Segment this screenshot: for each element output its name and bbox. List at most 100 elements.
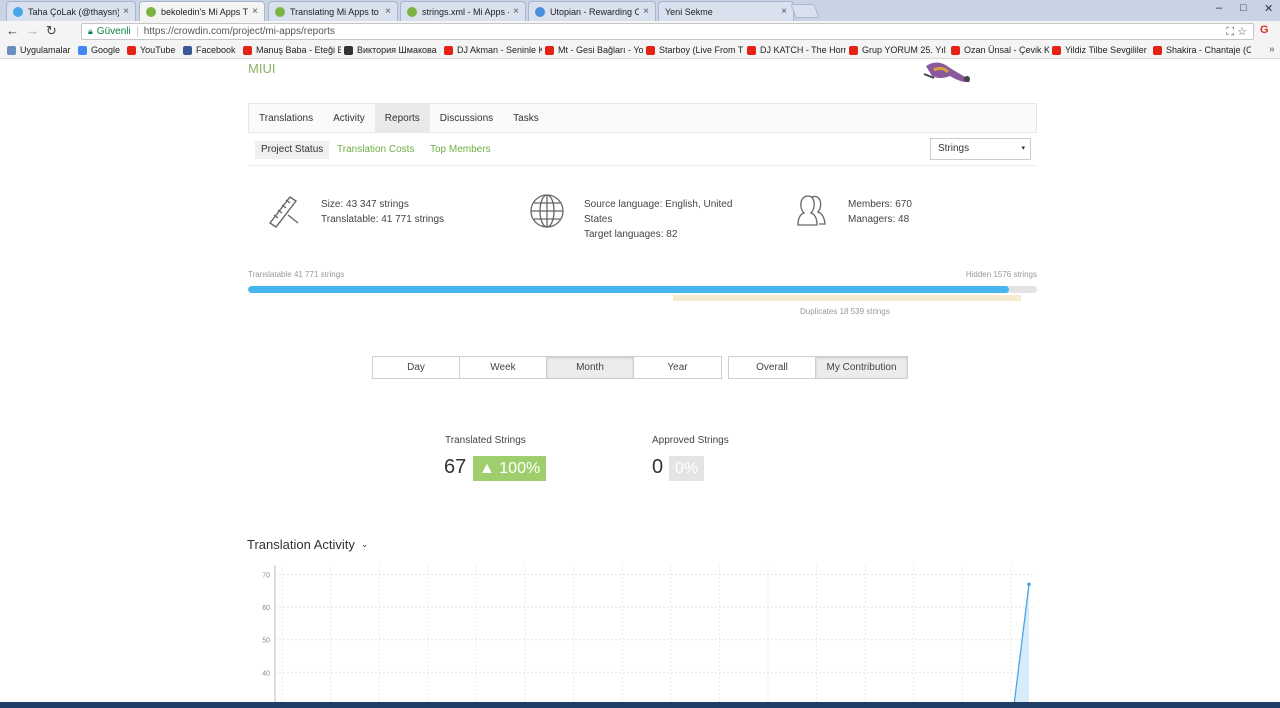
bookmarks-overflow-icon[interactable]: » [1269, 44, 1275, 55]
url-text[interactable]: https://crowdin.com/project/mi-apps/repo… [144, 26, 335, 37]
bookmark-item[interactable]: Manuş Baba - Eteği E [243, 45, 341, 55]
bookmark-item[interactable]: Facebook [183, 45, 240, 55]
bookmark-item[interactable]: Mt - Gesi Bağları - Yo [545, 45, 643, 55]
browser-tab[interactable]: Taha ÇoLak (@thaysn) —× [6, 1, 136, 21]
subtab-translation-costs[interactable]: Translation Costs [331, 141, 420, 159]
reload-icon[interactable]: ↻ [46, 24, 57, 38]
tab-close-icon[interactable]: × [123, 6, 129, 17]
page-content: MIUI Translations Activity Reports Discussi… [0, 60, 1280, 702]
bookmark-label: DJ Akman - Seninle K [457, 45, 542, 55]
youtube-icon [849, 45, 858, 55]
new-tab-button[interactable] [790, 4, 820, 18]
tab-close-icon[interactable]: × [643, 6, 649, 17]
tab-activity[interactable]: Activity [323, 104, 375, 132]
tab-title: Translating Mi Apps to T [290, 6, 382, 17]
spider-icon [344, 45, 353, 55]
tab-reports[interactable]: Reports [374, 104, 430, 132]
bookmark-label: Виктория Шмакова [357, 45, 437, 55]
project-progress-bar [248, 286, 1037, 293]
period-month-button[interactable]: Month [547, 357, 634, 378]
browser-tab[interactable]: Yeni Sekme × [658, 1, 794, 21]
tab-favicon-icon [146, 6, 156, 17]
tab-close-icon[interactable]: × [252, 6, 258, 17]
youtube-icon [951, 45, 960, 55]
project-translatable: Translatable: 41 771 strings [321, 214, 445, 225]
bookmark-item[interactable]: Uygulamalar [7, 45, 75, 55]
tab-discussions[interactable]: Discussions [430, 104, 503, 132]
youtube-icon [127, 45, 136, 55]
divider [136, 26, 138, 37]
tab-translations[interactable]: Translations [249, 104, 323, 132]
tab-title: Utopian - Rewarding Op [550, 6, 640, 17]
bookmark-item[interactable]: Starboy (Live From Th [646, 45, 744, 55]
source-language-cont: States [584, 214, 613, 225]
youtube-icon [747, 45, 756, 55]
youtube-icon [243, 45, 252, 55]
translation-activity-title: Translation Activity [247, 537, 355, 552]
browser-tab[interactable]: Utopian - Rewarding Op × [528, 1, 656, 21]
hidden-label: Hidden 1576 strings [965, 270, 1037, 279]
bookmark-item[interactable]: YouTube [127, 45, 181, 55]
period-year-button[interactable]: Year [634, 357, 721, 378]
bookmark-item[interactable]: Виктория Шмакова [344, 45, 441, 55]
scope-my-contribution-button[interactable]: My Contribution [816, 357, 907, 378]
duplicates-bar [673, 295, 1022, 301]
source-language: Source language: English, United [584, 199, 733, 210]
period-day-button[interactable]: Day [373, 357, 460, 378]
bookmark-label: Shakira - Chantaje (C [1166, 45, 1251, 55]
tab-title: strings.xml - Mi Apps - C [422, 6, 509, 17]
tab-close-icon[interactable]: × [781, 6, 787, 17]
tab-title: Taha ÇoLak (@thaysn) — [28, 6, 120, 17]
minimize-icon[interactable]: – [1216, 2, 1222, 14]
bookmark-item[interactable]: Yildiz Tilbe Sevgililer [1052, 45, 1150, 55]
reports-sub-nav: Project Status Translation Costs Top Membe… [248, 138, 1037, 166]
gmail-extension-icon[interactable]: G [1260, 23, 1269, 37]
chart-data-point[interactable] [1027, 582, 1031, 587]
bookmark-item[interactable]: Google [78, 45, 124, 55]
project-size: Size: 43 347 strings [321, 199, 409, 210]
tab-favicon-icon [407, 6, 417, 17]
bookmark-label: Facebook [196, 45, 236, 55]
forward-icon[interactable]: → [26, 24, 39, 38]
browser-tab[interactable]: strings.xml - Mi Apps - C × [400, 1, 526, 21]
tab-close-icon[interactable]: × [385, 6, 391, 17]
bookmark-label: Yildiz Tilbe Sevgililer [1065, 45, 1147, 55]
bookmark-item[interactable]: DJ Akman - Seninle K [444, 45, 542, 55]
translated-strings-value: 67 [444, 456, 467, 478]
browser-tab[interactable]: Translating Mi Apps to T × [268, 1, 398, 21]
tab-tasks[interactable]: Tasks [503, 104, 549, 132]
back-icon[interactable]: ← [6, 24, 19, 38]
bookmark-item[interactable]: Shakira - Chantaje (C [1153, 45, 1251, 55]
youtube-icon [545, 45, 554, 55]
translation-activity-heading[interactable]: Translation Activity ⌄ [247, 537, 368, 552]
bookmark-item[interactable]: Grup YORUM 25. Yıl [849, 45, 948, 55]
subtab-top-members[interactable]: Top Members [424, 141, 497, 159]
translate-icon[interactable]: ⛶ ☆ [1226, 25, 1247, 39]
tab-strip: Taha ÇoLak (@thaysn) —×bekoledin's Mi Ap… [0, 0, 1280, 21]
bookmark-item[interactable]: Ozan Ünsal - Çevik K [951, 45, 1049, 55]
bookmark-label: Uygulamalar [20, 45, 71, 55]
project-name[interactable]: MIUI [248, 61, 275, 76]
translated-strings-label: Translated Strings [445, 435, 526, 446]
apps-icon [7, 45, 16, 55]
tab-title: bekoledin's Mi Apps Tran [161, 6, 248, 17]
browser-tab[interactable]: bekoledin's Mi Apps Tran × [139, 1, 265, 21]
lock-icon: 🔒︎ [88, 26, 93, 36]
bookmarks-bar: Uygulamalar Google YouTube Facebook Manuş Ba… [0, 42, 1280, 59]
scope-toggle: Overall My Contribution [728, 356, 908, 379]
managers-count: Managers: 48 [848, 214, 910, 225]
report-type-select[interactable]: Strings ▾ [930, 138, 1031, 160]
close-window-icon[interactable]: ✕ [1264, 2, 1273, 15]
tab-close-icon[interactable]: × [513, 6, 519, 17]
bookmark-label: Google [91, 45, 121, 55]
scope-overall-button[interactable]: Overall [729, 357, 816, 378]
period-week-button[interactable]: Week [460, 357, 547, 378]
address-bar[interactable]: 🔒︎ Güvenli https://crowdin.com/project/m… [81, 23, 1254, 40]
windows-taskbar [0, 702, 1280, 708]
bookmark-item[interactable]: DJ KATCH - The Horn [747, 45, 846, 55]
maximize-icon[interactable]: □ [1240, 2, 1247, 14]
subtab-project-status[interactable]: Project Status [255, 141, 330, 159]
globe-icon [530, 194, 564, 228]
bookmark-label: Grup YORUM 25. Yıl [862, 45, 946, 55]
chart-y-tick-label: 50 [262, 638, 270, 645]
